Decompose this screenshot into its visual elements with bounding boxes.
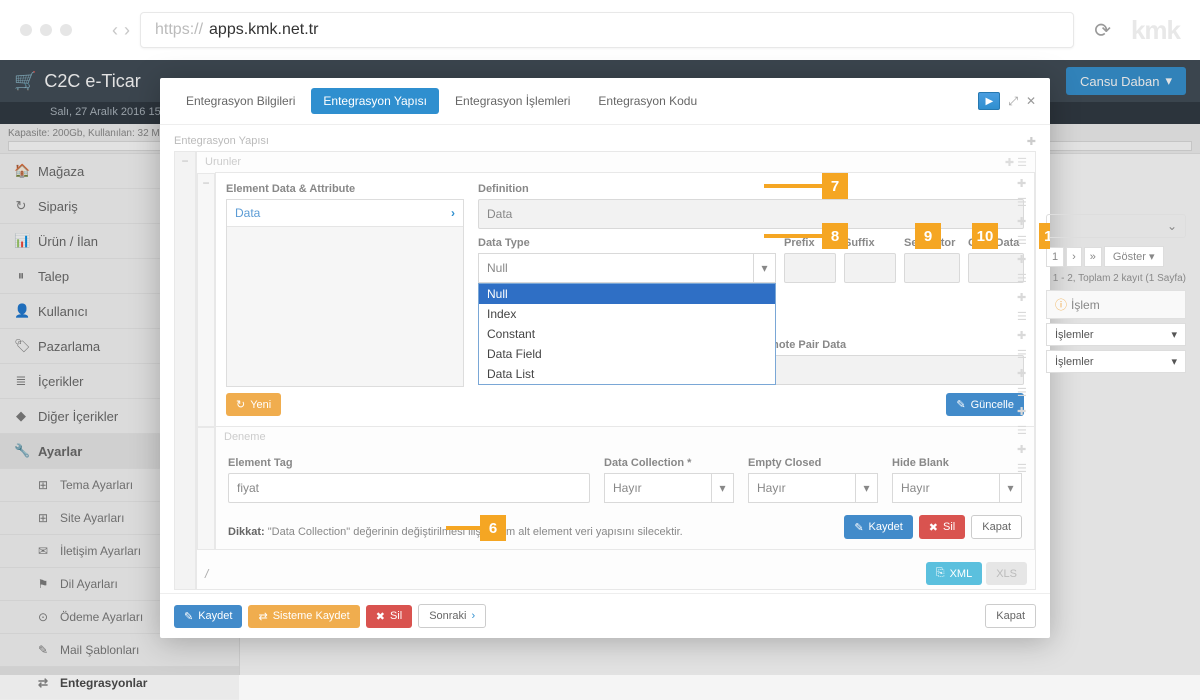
definition-input[interactable] [478, 199, 1024, 229]
records-label: 1 - 2, Toplam 2 kayıt (1 Sayfa) [1046, 273, 1186, 284]
footer-kaydet-button[interactable]: ✎ Kaydet [174, 605, 242, 628]
kmk-logo: kmk [1131, 15, 1180, 46]
modal-tabs: Entegrasyon Bilgileri Entegrasyon Yapısı… [160, 78, 1050, 125]
callout-9: 9 [915, 223, 941, 249]
video-help-icon[interactable]: ▶ [978, 92, 1000, 110]
data-panel: Element Data & Attribute Data › ↻ Yeni [215, 172, 1035, 427]
modal-body: Entegrasyon Yapısı ✚ − Urunler ✚ ☰ − ✚☰✚… [160, 125, 1050, 593]
tree-urunler-row: − Urunler ✚ ☰ − ✚☰✚☰✚☰✚☰✚☰✚☰✚☰✚☰ Element [174, 151, 1036, 590]
footer-sonraki-button[interactable]: Sonraki › [418, 604, 486, 628]
cleardata-input[interactable] [968, 253, 1024, 283]
modal-footer: ✎ Kaydet ⇄ Sisteme Kaydet ✖ Sil Sonraki … [160, 593, 1050, 638]
islem-select-2[interactable]: İşlemler▾ [1046, 350, 1186, 373]
inner-kaydet-button[interactable]: ✎ Kaydet [844, 515, 912, 539]
hide-label: Hide Blank [892, 457, 1022, 469]
seperator-input[interactable] [904, 253, 960, 283]
tab-yapisi[interactable]: Entegrasyon Yapısı [311, 88, 439, 114]
close-icon[interactable]: ✕ [1026, 94, 1036, 108]
pager-last-icon[interactable]: » [1084, 247, 1102, 267]
suffix-input[interactable] [844, 253, 896, 283]
traffic-lights [20, 24, 72, 36]
url-host: apps.kmk.net.tr [209, 21, 318, 39]
browser-chrome: ‹ › https:// apps.kmk.net.tr ⟳ kmk [0, 0, 1200, 60]
path-indicator: / [205, 567, 208, 581]
option-datalist[interactable]: Data List [479, 364, 775, 384]
prefix-input[interactable] [784, 253, 836, 283]
datatype-options: Null Index Constant Data Field Data List [478, 283, 776, 385]
forward-icon[interactable]: › [124, 20, 130, 41]
goster-button[interactable]: Göster ▾ [1104, 246, 1164, 267]
remote-pair-label: Remote Pair Data [755, 339, 1024, 351]
datatype-dropdown[interactable]: Null▾ Null Index Constant Data Field Dat… [478, 253, 776, 283]
islem-select-1[interactable]: İşlemler▾ [1046, 323, 1186, 346]
callout-8: 8 [822, 223, 848, 249]
url-bar[interactable]: https:// apps.kmk.net.tr [140, 12, 1074, 48]
attribute-listbox[interactable]: Data › [226, 199, 464, 387]
hide-select[interactable]: Hayır▾ [892, 473, 1022, 503]
suffix-label: Suffix [844, 237, 896, 249]
pager: 1 › » Göster ▾ [1046, 246, 1186, 267]
datatype-label: Data Type [478, 237, 776, 249]
tree-urunler-label[interactable]: Urunler ✚ ☰ [197, 152, 1035, 173]
xls-button: XLS [986, 562, 1027, 585]
callout-10: 10 [972, 223, 998, 249]
footer-sil-button[interactable]: ✖ Sil [366, 605, 412, 628]
remote-pair-input[interactable] [755, 355, 1024, 385]
chevron-down-icon: ▾ [753, 254, 775, 282]
tab-kodu[interactable]: Entegrasyon Kodu [586, 88, 709, 114]
plus-icon[interactable]: ✚ [1027, 135, 1036, 148]
empty-label: Empty Closed [748, 457, 878, 469]
element-data-label: Element Data & Attribute [226, 183, 464, 195]
chevron-down-icon: ⌄ [1159, 215, 1185, 237]
callout-6: 6 [480, 515, 506, 541]
nav-arrows[interactable]: ‹ › [112, 20, 130, 41]
tree-collapse-1[interactable]: − [174, 151, 196, 590]
url-protocol: https:// [155, 21, 203, 39]
dcol-label: Data Collection * [604, 457, 734, 469]
xml-button[interactable]: ⎘ XML [926, 562, 982, 585]
tab-islemleri[interactable]: Entegrasyon İşlemleri [443, 88, 582, 114]
callout-11: 11 [1039, 223, 1050, 249]
list-item-data[interactable]: Data › [227, 200, 463, 227]
row-action-icons: ✚☰✚☰✚☰✚☰✚☰✚☰✚☰✚☰ [1017, 173, 1031, 427]
option-datafield[interactable]: Data Field [479, 344, 775, 364]
back-icon[interactable]: ‹ [112, 20, 118, 41]
tab-bilgileri[interactable]: Entegrasyon Bilgileri [174, 88, 307, 114]
section-title: Entegrasyon Yapısı ✚ [174, 135, 1036, 147]
option-constant[interactable]: Constant [479, 324, 775, 344]
pager-input[interactable]: 1 [1046, 247, 1064, 267]
tree-deneme-label[interactable]: Deneme [216, 427, 1034, 447]
definition-label: Definition [478, 183, 1024, 195]
collapse-row[interactable]: ⌄ [1046, 214, 1186, 238]
footer-sisteme-button[interactable]: ⇄ Sisteme Kaydet [248, 605, 359, 628]
chevron-right-icon: › [451, 206, 455, 220]
option-index[interactable]: Index [479, 304, 775, 324]
yeni-button[interactable]: ↻ Yeni [226, 393, 281, 416]
right-panel: ⌄ 1 › » Göster ▾ 1 - 2, Toplam 2 kayıt (… [1046, 214, 1186, 373]
tree-collapse-2[interactable]: − [197, 173, 215, 427]
footer-kapat-button[interactable]: Kapat [985, 604, 1036, 628]
refresh-icon[interactable]: ⟳ [1094, 18, 1111, 43]
dcol-select[interactable]: Hayır▾ [604, 473, 734, 503]
inner-sil-button[interactable]: ✖ Sil [919, 515, 965, 539]
expand-icon[interactable]: ⤢ [1008, 94, 1018, 109]
eltag-label: Element Tag [228, 457, 590, 469]
inner-kapat-button[interactable]: Kapat [971, 515, 1022, 539]
pager-next-icon[interactable]: › [1066, 247, 1082, 267]
modal: Entegrasyon Bilgileri Entegrasyon Yapısı… [160, 78, 1050, 638]
eltag-input[interactable] [228, 473, 590, 503]
option-null[interactable]: Null [479, 284, 775, 304]
empty-select[interactable]: Hayır▾ [748, 473, 878, 503]
tree-collapse-3[interactable] [197, 427, 215, 550]
callout-7: 7 [822, 173, 848, 199]
guncelle-button[interactable]: ✎ Güncelle [946, 393, 1024, 416]
islem-column-header: ⓘİşlem [1046, 290, 1186, 319]
